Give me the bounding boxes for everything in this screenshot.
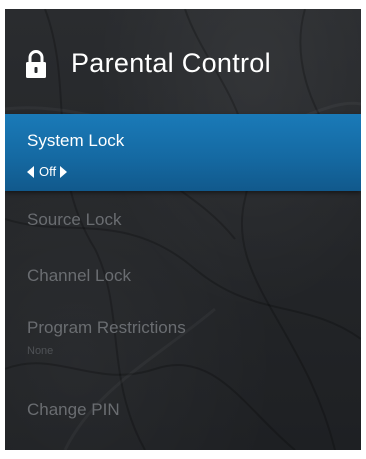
menu-item-change-pin[interactable]: Change PIN — [5, 399, 361, 429]
menu-item-label: Program Restrictions — [27, 318, 186, 337]
right-arrow-icon[interactable] — [60, 166, 68, 178]
menu-item-label: System Lock — [27, 131, 125, 150]
menu-item-label: Channel Lock — [27, 266, 131, 285]
menu-item-system-lock[interactable]: System Lock Off — [5, 114, 361, 191]
left-arrow-icon[interactable] — [27, 166, 34, 178]
program-restrictions-value: None — [27, 345, 54, 357]
menu-item-source-lock[interactable]: Source Lock — [5, 209, 361, 239]
panel-header: Parental Control — [5, 9, 361, 114]
menu-item-channel-lock[interactable]: Channel Lock — [5, 265, 361, 295]
page-title: Parental Control — [71, 48, 271, 78]
menu-item-label: Change PIN — [27, 400, 120, 419]
lock-icon — [26, 50, 46, 78]
parental-control-panel: Parental Control System Lock Off Source … — [5, 9, 361, 450]
menu-item-label: Source Lock — [27, 210, 122, 229]
menu-item-program-restrictions[interactable]: Program Restrictions None — [5, 317, 361, 365]
system-lock-value-selector[interactable]: Off — [27, 163, 68, 181]
system-lock-value: Off — [39, 164, 57, 179]
